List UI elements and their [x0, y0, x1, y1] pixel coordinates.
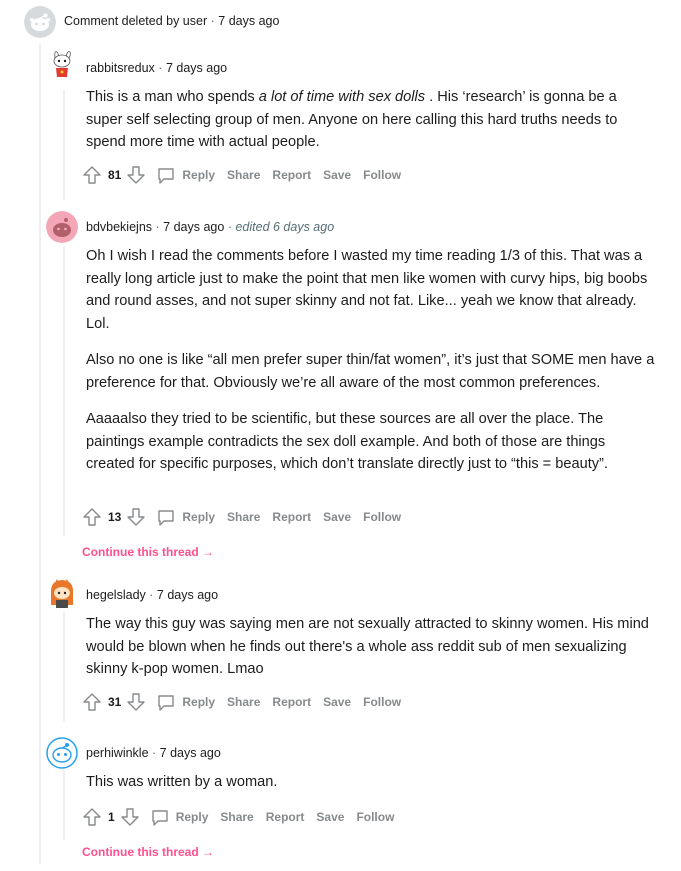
comment-bubble-icon: [156, 507, 176, 527]
share-button[interactable]: Share: [227, 510, 260, 524]
body-emphasis: a lot of time with sex dolls: [258, 89, 426, 105]
comment-meta: hegelslady · 7 days ago: [86, 588, 218, 602]
avatar-hegelslady[interactable]: [46, 577, 78, 609]
vote-count: 13: [108, 510, 122, 524]
vote-count: 1: [108, 810, 115, 824]
upvote-icon[interactable]: [82, 165, 102, 185]
arrow-right-icon: →: [202, 845, 215, 859]
thread-rail-branch-4[interactable]: [63, 770, 65, 840]
comment-time[interactable]: 7 days ago: [166, 61, 227, 75]
comment-author[interactable]: hegelslady: [86, 588, 146, 602]
comment-paragraph: Also no one is like “all men prefer supe…: [86, 352, 655, 391]
snoo-avatar-icon: [46, 577, 78, 609]
report-button[interactable]: Report: [272, 168, 311, 182]
edited-label: edited 6 days ago: [235, 220, 335, 234]
meta-separator: ·: [155, 220, 160, 234]
follow-button[interactable]: Follow: [356, 810, 394, 824]
continue-thread-link[interactable]: Continue this thread →: [82, 845, 214, 859]
save-button[interactable]: Save: [323, 510, 351, 524]
upvote-icon[interactable]: [82, 507, 102, 527]
snoo-avatar-icon: [46, 46, 78, 78]
comment-action-bar: 13 Reply Share Report Save Follow: [82, 505, 401, 529]
downvote-icon[interactable]: [126, 507, 146, 527]
comment-paragraph: This is a man who spends a lot of time w…: [86, 86, 656, 154]
avatar-rabbitsredux[interactable]: [46, 46, 78, 78]
follow-button[interactable]: Follow: [363, 695, 401, 709]
downvote-icon[interactable]: [120, 807, 140, 827]
report-button[interactable]: Report: [272, 695, 311, 709]
continue-thread-link[interactable]: Continue this thread →: [82, 545, 214, 559]
save-button[interactable]: Save: [323, 168, 351, 182]
comment-paragraph: The way this guy was saying men are not …: [86, 616, 649, 677]
save-button[interactable]: Save: [316, 810, 344, 824]
reply-label: Reply: [182, 695, 216, 709]
comment-paragraph: This was written by a woman.: [86, 774, 278, 790]
reply-label: Reply: [182, 168, 216, 182]
comment-meta: bdvbekiejns · 7 days ago · edited 6 days…: [86, 220, 334, 234]
share-button[interactable]: Share: [220, 810, 253, 824]
comment-bubble-icon: [156, 692, 176, 712]
body-text: This is a man who spends: [86, 89, 259, 105]
comment-bubble-icon: [150, 807, 170, 827]
downvote-icon[interactable]: [126, 165, 146, 185]
share-button[interactable]: Share: [227, 695, 260, 709]
continue-thread-label: Continue this thread: [82, 545, 199, 559]
thread-rail-branch-1[interactable]: [63, 90, 65, 200]
deleted-comment-meta: Comment deleted by user · 7 days ago: [64, 14, 279, 28]
comment-paragraph: Oh I wish I read the comments before I w…: [86, 248, 648, 332]
comment-author[interactable]: bdvbekiejns: [86, 220, 152, 234]
comment-bubble-icon: [156, 165, 176, 185]
comment-body: The way this guy was saying men are not …: [86, 613, 656, 695]
reply-label: Reply: [175, 810, 209, 824]
deleted-comment-time[interactable]: 7 days ago: [218, 14, 279, 28]
follow-button[interactable]: Follow: [363, 510, 401, 524]
deleted-comment-text: Comment deleted by user: [64, 14, 208, 28]
vote-count: 81: [108, 168, 122, 182]
comment-meta: rabbitsredux · 7 days ago: [86, 61, 227, 75]
upvote-icon[interactable]: [82, 692, 102, 712]
reply-button[interactable]: Reply: [156, 165, 215, 185]
comment-time[interactable]: 7 days ago: [157, 588, 218, 602]
thread-rail-branch-3[interactable]: [63, 612, 65, 722]
share-button[interactable]: Share: [227, 168, 260, 182]
comment-body: Oh I wish I read the comments before I w…: [86, 245, 656, 490]
comment-author[interactable]: perhiwinkle: [86, 746, 149, 760]
comment-time[interactable]: 7 days ago: [163, 220, 224, 234]
report-button[interactable]: Report: [272, 510, 311, 524]
snoo-avatar-icon: [46, 211, 78, 243]
thread-rail-branch-2[interactable]: [63, 246, 65, 536]
comment-body: This was written by a woman.: [86, 771, 656, 808]
thread-rail-root[interactable]: [39, 44, 41, 864]
upvote-icon[interactable]: [82, 807, 102, 827]
meta-separator: ·: [227, 220, 232, 234]
comment-body: This is a man who spends a lot of time w…: [86, 86, 656, 168]
comment-action-bar: 31 Reply Share Report Save Follow: [82, 690, 401, 714]
comment-time[interactable]: 7 days ago: [160, 746, 221, 760]
meta-separator: ·: [158, 61, 163, 75]
meta-separator: ·: [210, 14, 215, 28]
avatar-bdvbekiejns[interactable]: [46, 211, 78, 243]
downvote-icon[interactable]: [126, 692, 146, 712]
snoo-avatar-icon: [46, 737, 78, 769]
arrow-right-icon: →: [202, 545, 215, 559]
continue-thread-label: Continue this thread: [82, 845, 199, 859]
reply-label: Reply: [182, 510, 216, 524]
save-button[interactable]: Save: [323, 695, 351, 709]
avatar-perhiwinkle[interactable]: [46, 737, 78, 769]
deleted-user-avatar: [24, 6, 56, 38]
reply-button[interactable]: Reply: [156, 692, 215, 712]
reply-button[interactable]: Reply: [156, 507, 215, 527]
reply-button[interactable]: Reply: [150, 807, 209, 827]
meta-separator: ·: [149, 588, 154, 602]
comment-action-bar: 81 Reply Share Report Save Follow: [82, 163, 401, 187]
comment-author[interactable]: rabbitsredux: [86, 61, 155, 75]
comment-paragraph: Aaaaalso they tried to be scientific, bu…: [86, 411, 608, 472]
report-button[interactable]: Report: [266, 810, 305, 824]
comment-action-bar: 1 Reply Share Report Save Follow: [82, 805, 394, 829]
follow-button[interactable]: Follow: [363, 168, 401, 182]
vote-count: 31: [108, 695, 122, 709]
meta-separator: ·: [152, 746, 157, 760]
deleted-avatar-icon: [24, 6, 56, 38]
comment-meta: perhiwinkle · 7 days ago: [86, 746, 221, 760]
